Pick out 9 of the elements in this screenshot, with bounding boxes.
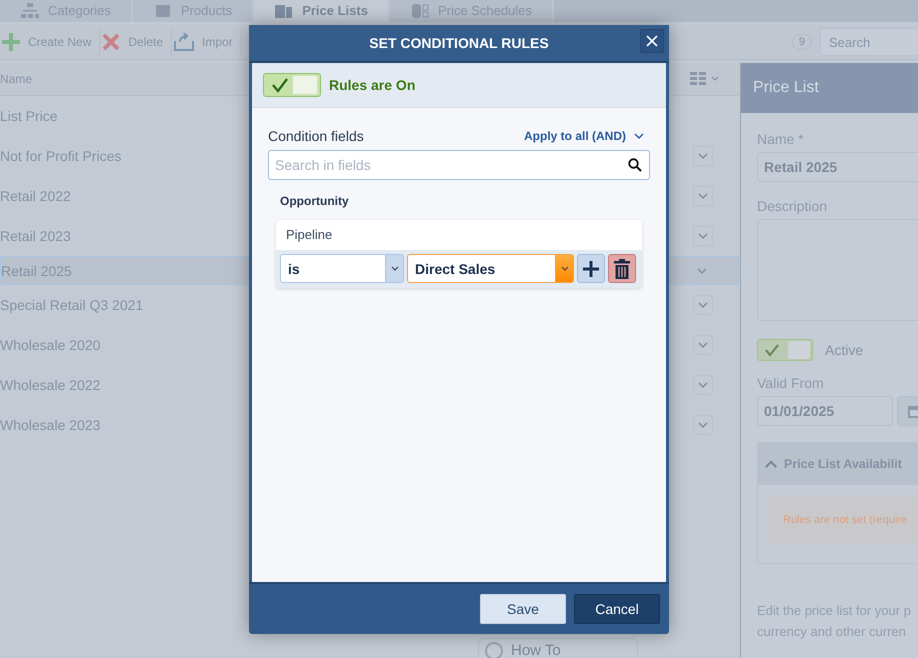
group-title: Opportunity	[280, 194, 350, 208]
warning-message: Rules are not set (require	[768, 497, 918, 543]
panel-title: Price List	[741, 63, 918, 113]
toggle-label: Active	[825, 342, 864, 358]
field-name: Pipeline	[276, 220, 642, 250]
section-label: Condition fields	[268, 128, 364, 144]
count-badge: 9	[792, 34, 812, 50]
toggle-label: Rules are On	[329, 77, 416, 93]
dialog-title: SET CONDITIONAL RULES	[369, 35, 549, 51]
